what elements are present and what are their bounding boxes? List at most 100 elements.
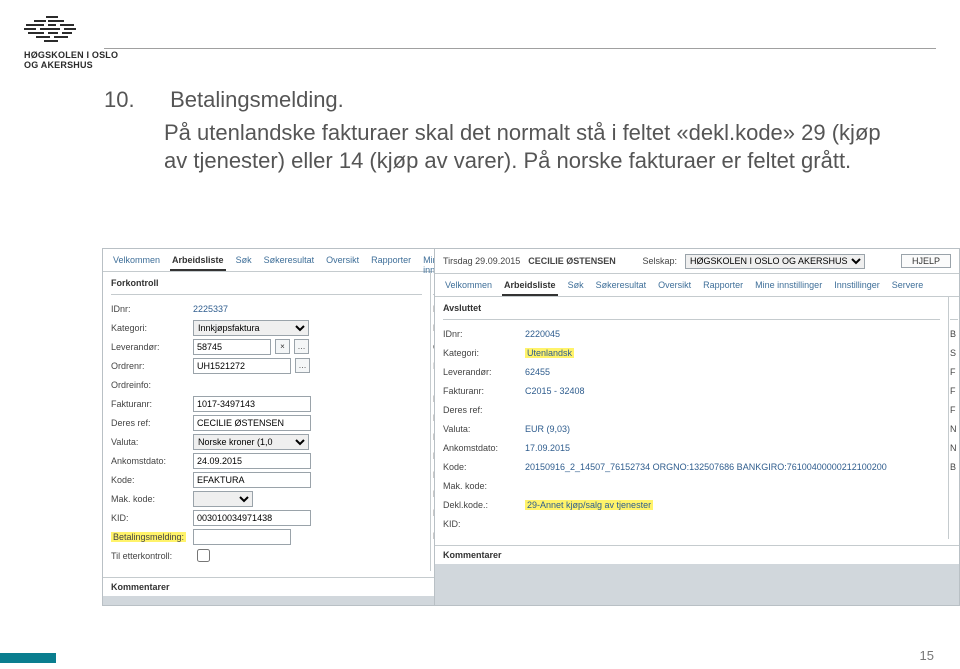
tab-oversikt[interactable]: Oversikt xyxy=(656,278,693,296)
r-label-idnr: IDnr: xyxy=(443,329,521,339)
checkbox-tiletter[interactable] xyxy=(197,549,210,562)
label-ordrenr: Ordrenr: xyxy=(111,361,189,371)
clip-label: N xyxy=(950,424,958,434)
clip-label: S xyxy=(950,348,958,358)
r-label-valuta: Valuta: xyxy=(443,424,521,434)
tab-rapporter[interactable]: Rapporter xyxy=(369,253,413,271)
comments-title-left: Kommentarer xyxy=(103,578,457,596)
top-rule xyxy=(104,48,936,49)
tab-rapporter[interactable]: Rapporter xyxy=(701,278,745,296)
r-label-kid: KID: xyxy=(443,519,521,529)
tab-sok[interactable]: Søk xyxy=(566,278,586,296)
r-value-valuta: EUR (9,03) xyxy=(525,424,570,434)
label-makkode: Mak. kode: xyxy=(111,494,189,504)
clear-icon[interactable]: × xyxy=(275,339,290,354)
body-text-block: 10. Betalingsmelding. På utenlandske fak… xyxy=(104,86,900,176)
r-label-ankomst: Ankomstdato: xyxy=(443,443,521,453)
label-valuta: Valuta: xyxy=(111,437,189,447)
grey-strip-left xyxy=(103,596,457,606)
r-label-kategori: Kategori: xyxy=(443,348,521,358)
list-paragraph: På utenlandske fakturaer skal det normal… xyxy=(164,120,881,174)
accent-bar xyxy=(0,653,56,663)
clip-label: F xyxy=(950,386,958,396)
select-valuta[interactable]: Norske kroner (1,0 xyxy=(193,434,309,450)
r-value-deklkode: 29-Annet kjøp/salg av tjenester xyxy=(525,500,653,510)
label-ordreinfo: Ordreinfo: xyxy=(111,380,189,390)
input-betalingsmelding[interactable] xyxy=(193,529,291,545)
r-label-fakturanr: Fakturanr: xyxy=(443,386,521,396)
tab-servere[interactable]: Servere xyxy=(890,278,926,296)
label-kid: KID: xyxy=(111,513,189,523)
clip-label: B xyxy=(950,462,958,472)
input-deresref[interactable] xyxy=(193,415,311,431)
tab-mineinnst[interactable]: Mine innstillinger xyxy=(753,278,824,296)
comments-title-right: Kommentarer xyxy=(435,546,959,564)
topbar-date: Tirsdag 29.09.2015 xyxy=(443,256,520,266)
app-panel-right: Tirsdag 29.09.2015 CECILIE ØSTENSEN Sels… xyxy=(434,248,960,606)
select-makkode[interactable] xyxy=(193,491,253,507)
tabs-right: Velkommen Arbeidsliste Søk Søkeresultat … xyxy=(435,274,959,297)
tab-arbeidsliste[interactable]: Arbeidsliste xyxy=(170,253,226,271)
tab-sokeresultat[interactable]: Søkeresultat xyxy=(262,253,317,271)
clip-label: F xyxy=(950,405,958,415)
topbar-user: CECILIE ØSTENSEN xyxy=(528,256,616,266)
r-value-kode: 20150916_2_14507_76152734 ORGNO:13250768… xyxy=(525,462,887,472)
select-selskap[interactable]: HØGSKOLEN I OSLO OG AKERSHUS (P) xyxy=(685,254,865,269)
r-value-idnr: 2220045 xyxy=(525,329,560,339)
page-number: 15 xyxy=(920,648,934,663)
label-ankomst: Ankomstdato: xyxy=(111,456,189,466)
label-kategori: Kategori: xyxy=(111,323,189,333)
logo-text-line1: HØGSKOLEN I OSLO xyxy=(24,50,118,60)
tab-innstillinger[interactable]: Innstillinger xyxy=(832,278,882,296)
select-kategori[interactable]: Innkjøpsfaktura xyxy=(193,320,309,336)
r-value-kategori: Utenlandsk xyxy=(525,348,574,358)
tab-velkommen[interactable]: Velkommen xyxy=(443,278,494,296)
label-tiletter: Til etterkontroll: xyxy=(111,551,189,561)
clip-label: B xyxy=(950,329,958,339)
label-betalingsmelding: Betalingsmelding: xyxy=(111,532,189,542)
label-deresref: Deres ref: xyxy=(111,418,189,428)
r-label-deresref: Deres ref: xyxy=(443,405,521,415)
clip-label: F xyxy=(950,367,958,377)
list-number: 10. xyxy=(104,86,164,115)
lookup-icon[interactable]: … xyxy=(294,339,309,354)
label-idnr: IDnr: xyxy=(111,304,189,314)
section-avsluttet: Avsluttet xyxy=(443,303,940,313)
tab-sok[interactable]: Søk xyxy=(234,253,254,271)
r-label-leverandor: Leverandør: xyxy=(443,367,521,377)
input-fakturanr[interactable] xyxy=(193,396,311,412)
logo-text-line2: OG AKERSHUS xyxy=(24,60,93,70)
value-idnr: 2225337 xyxy=(193,304,228,314)
tabs-left: Velkommen Arbeidsliste Søk Søkeresultat … xyxy=(103,249,457,272)
tab-velkommen[interactable]: Velkommen xyxy=(111,253,162,271)
input-ordrenr[interactable] xyxy=(193,358,291,374)
input-kid[interactable] xyxy=(193,510,311,526)
r-label-deklkode: Dekl.kode.: xyxy=(443,500,521,510)
r-label-kode: Kode: xyxy=(443,462,521,472)
screenshot-area: Velkommen Arbeidsliste Søk Søkeresultat … xyxy=(102,248,960,635)
r-value-ankomst: 17.09.2015 xyxy=(525,443,570,453)
r-value-fakturanr: C2015 - 32408 xyxy=(525,386,585,396)
grey-strip-right xyxy=(435,564,959,606)
brand-logo: HØGSKOLEN I OSLO OG AKERSHUS xyxy=(24,16,118,71)
label-kode: Kode: xyxy=(111,475,189,485)
section-forkontroll: Forkontroll xyxy=(111,278,422,288)
label-leverandor: Leverandør: xyxy=(111,342,189,352)
input-ankomst[interactable] xyxy=(193,453,311,469)
app-panel-left: Velkommen Arbeidsliste Søk Søkeresultat … xyxy=(102,248,458,606)
label-fakturanr: Fakturanr: xyxy=(111,399,189,409)
input-leverandor[interactable] xyxy=(193,339,271,355)
r-label-makkode: Mak. kode: xyxy=(443,481,521,491)
help-button[interactable]: HJELP xyxy=(901,254,951,268)
clip-label: N xyxy=(950,443,958,453)
lookup-icon[interactable]: … xyxy=(295,358,310,373)
list-title: Betalingsmelding. xyxy=(170,87,344,112)
input-kode[interactable] xyxy=(193,472,311,488)
tab-sokeresultat[interactable]: Søkeresultat xyxy=(594,278,649,296)
logo-icon xyxy=(24,16,118,44)
topbar-selskap-label: Selskap: xyxy=(642,256,677,266)
topbar-right: Tirsdag 29.09.2015 CECILIE ØSTENSEN Sels… xyxy=(435,249,959,274)
tab-oversikt[interactable]: Oversikt xyxy=(324,253,361,271)
tab-arbeidsliste[interactable]: Arbeidsliste xyxy=(502,278,558,296)
r-value-leverandor: 62455 xyxy=(525,367,550,377)
